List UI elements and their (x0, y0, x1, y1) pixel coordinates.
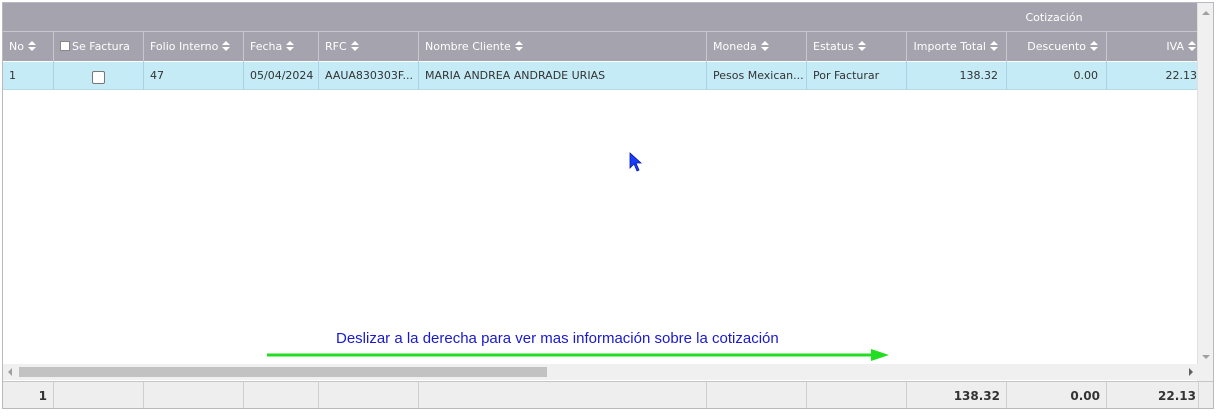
column-header-folio[interactable]: Folio Interno (144, 32, 244, 62)
scroll-down-icon[interactable] (1202, 355, 1210, 359)
total-importe: 138.32 (907, 382, 1007, 408)
column-header-iva-label: IVA (1166, 40, 1184, 53)
column-header-row: No Se Factura Folio Interno Fecha RFC No… (3, 31, 1199, 62)
cell-importe: 138.32 (907, 62, 1007, 90)
column-header-estatus[interactable]: Estatus (807, 32, 907, 62)
cell-fecha: 05/04/2024 (244, 62, 319, 90)
vertical-scrollbar[interactable] (1197, 3, 1213, 381)
total-empty-cell (807, 382, 907, 408)
column-header-fecha[interactable]: Fecha (244, 32, 319, 62)
horizontal-scrollbar[interactable] (3, 364, 1199, 380)
group-header-row: Cotización (3, 3, 1199, 31)
se-factura-checkbox[interactable] (92, 71, 105, 84)
cell-iva: 22.13 (1165, 69, 1198, 82)
total-descuento: 0.00 (1007, 382, 1107, 408)
column-header-importe-label: Importe Total (913, 40, 986, 53)
totals-row: 1 138.32 0.00 22.13 (3, 381, 1213, 408)
total-count: 1 (3, 382, 54, 408)
column-header-cliente[interactable]: Nombre Cliente (419, 32, 707, 62)
column-header-descuento[interactable]: Descuento (1007, 32, 1107, 62)
total-empty-cell (54, 382, 144, 408)
column-header-rfc[interactable]: RFC (319, 32, 419, 62)
scroll-left-icon[interactable] (8, 368, 12, 376)
column-header-iva[interactable]: IVA (1107, 32, 1199, 62)
cell-no: 1 (3, 62, 54, 90)
column-header-importe[interactable]: Importe Total (907, 32, 1007, 62)
cell-estatus: Por Facturar (807, 62, 907, 90)
sort-icon[interactable] (760, 41, 769, 51)
column-header-descuento-label: Descuento (1027, 40, 1086, 53)
column-header-cliente-label: Nombre Cliente (425, 40, 511, 53)
sort-icon[interactable] (222, 41, 231, 51)
total-empty-cell (144, 382, 244, 408)
horizontal-scrollbar-thumb[interactable] (19, 367, 547, 377)
cell-rfc: AAUA830303F... (319, 62, 419, 90)
sort-icon[interactable] (27, 41, 36, 51)
table-row[interactable]: 1 47 05/04/2024 AAUA830303F... MARIA AND… (3, 62, 1199, 90)
cell-folio: 47 (144, 62, 244, 90)
total-empty-cell (319, 382, 419, 408)
group-header-cotizacion: Cotización (1025, 11, 1083, 24)
column-header-no[interactable]: No (3, 32, 54, 62)
column-header-no-label: No (9, 40, 24, 53)
column-header-folio-label: Folio Interno (150, 40, 219, 53)
scroll-up-icon[interactable] (1202, 11, 1210, 15)
mouse-pointer-icon (629, 152, 643, 172)
sort-icon[interactable] (1090, 41, 1098, 51)
scroll-hint-text: Deslizar a la derecha para ver mas infor… (336, 330, 779, 347)
column-header-moneda-label: Moneda (713, 40, 757, 53)
sort-icon[interactable] (857, 41, 866, 51)
cell-moneda: Pesos Mexican... (707, 62, 807, 90)
column-header-rfc-label: RFC (325, 40, 347, 53)
column-header-moneda[interactable]: Moneda (707, 32, 807, 62)
sort-icon[interactable] (990, 41, 998, 51)
total-empty-cell (707, 382, 807, 408)
cell-cliente: MARIA ANDREA ANDRADE URIAS (419, 62, 707, 90)
scroll-right-icon[interactable] (1189, 368, 1193, 376)
right-arrow-icon (267, 349, 889, 361)
cell-descuento: 0.00 (1007, 62, 1107, 90)
column-header-fecha-label: Fecha (250, 40, 283, 53)
sort-icon[interactable] (1188, 41, 1196, 51)
column-header-se-factura-label: Se Factura (72, 40, 130, 53)
total-empty-cell (419, 382, 707, 408)
column-header-se-factura[interactable]: Se Factura (54, 32, 144, 62)
total-empty-cell (244, 382, 319, 408)
sort-icon[interactable] (514, 41, 523, 51)
sort-icon[interactable] (350, 41, 359, 51)
total-iva: 22.13 (1107, 382, 1199, 408)
select-all-checkbox[interactable] (60, 41, 70, 51)
column-header-estatus-label: Estatus (813, 40, 854, 53)
cell-se-factura (54, 62, 144, 90)
sort-icon[interactable] (286, 41, 295, 51)
